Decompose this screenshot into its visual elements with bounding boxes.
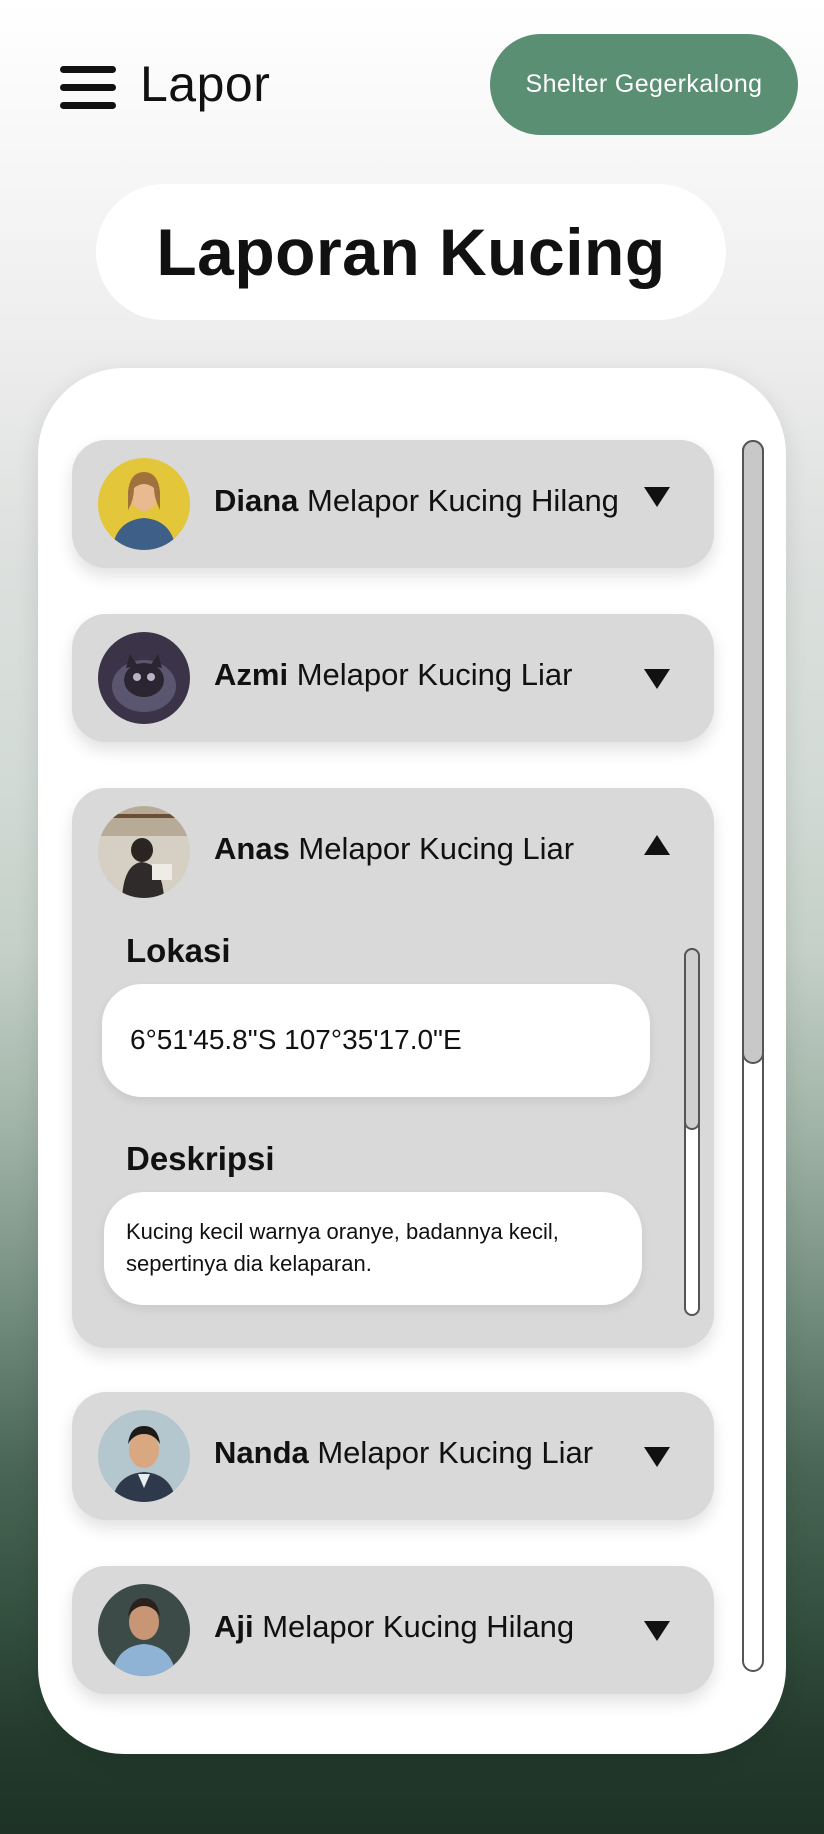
report-item-aji[interactable]: Aji Melapor Kucing Hilang [72, 1566, 714, 1694]
detail-scrollbar-thumb[interactable] [684, 948, 700, 1130]
triangle-down-icon[interactable] [642, 666, 672, 696]
hamburger-menu-icon[interactable] [60, 66, 116, 109]
page-title-pill: Laporan Kucing [96, 184, 726, 320]
triangle-down-icon[interactable] [642, 484, 672, 514]
avatar [98, 458, 190, 550]
top-bar: Lapor Shelter Gegerkalong [0, 0, 824, 170]
location-field[interactable]: 6°51'45.8"S 107°35'17.0"E [102, 984, 650, 1097]
page-title: Laporan Kucing [156, 215, 666, 289]
description-label: Deskripsi [126, 1140, 275, 1177]
reporter-name: Azmi [214, 657, 289, 692]
report-item-azmi[interactable]: Azmi Melapor Kucing Liar [72, 614, 714, 742]
report-action: Melapor Kucing Hilang [298, 483, 619, 518]
triangle-down-icon[interactable] [642, 1618, 672, 1648]
report-action: Melapor Kucing Liar [308, 1435, 594, 1470]
avatar [98, 632, 190, 724]
reporter-name: Anas [214, 831, 290, 866]
report-item-nanda[interactable]: Nanda Melapor Kucing Liar [72, 1392, 714, 1520]
shelter-button[interactable]: Shelter Gegerkalong [490, 34, 798, 135]
report-list-card: Diana Melapor Kucing Hilang Azmi Melapor… [38, 368, 786, 1754]
report-action: Melapor Kucing Liar [288, 657, 573, 692]
report-action: Melapor Kucing Hilang [253, 1609, 575, 1644]
report-item-diana[interactable]: Diana Melapor Kucing Hilang [72, 440, 714, 568]
report-item-anas[interactable]: Anas Melapor Kucing Liar Lokasi 6°51'45.… [72, 788, 714, 1348]
reporter-name: Nanda [214, 1435, 309, 1470]
triangle-up-icon[interactable] [642, 832, 672, 862]
avatar [98, 1584, 190, 1676]
report-action: Melapor Kucing Liar [289, 831, 575, 866]
list-scrollbar-thumb[interactable] [742, 440, 764, 1064]
avatar [98, 806, 190, 898]
avatar [98, 1410, 190, 1502]
location-label: Lokasi [126, 932, 231, 969]
description-field[interactable]: Kucing kecil warnya oranye, badannya kec… [104, 1192, 642, 1305]
reporter-name: Diana [214, 483, 299, 518]
triangle-down-icon[interactable] [642, 1444, 672, 1474]
app-title: Lapor [140, 56, 271, 112]
reporter-name: Aji [214, 1609, 254, 1644]
